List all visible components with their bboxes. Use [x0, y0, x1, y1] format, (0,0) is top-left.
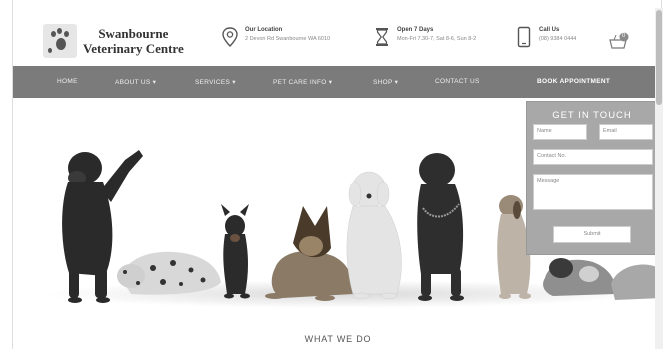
message-field[interactable]: Message [533, 174, 653, 210]
submit-button[interactable]: Submit [553, 226, 631, 243]
nav-item-contact-us[interactable]: CONTACT US [435, 78, 480, 85]
hours-info: Open 7 Days Mon-Fri 7.30-7, Sat 8-6, Sun… [373, 26, 476, 48]
nav-item-pet-care-info[interactable]: PET CARE INFO ▾ [273, 78, 332, 86]
brand-name: Swanbourne Veterinary Centre [83, 26, 184, 56]
nav-item-shop[interactable]: SHOP ▾ [373, 78, 398, 86]
page-frame: Swanbourne Veterinary Centre Our Locatio… [12, 0, 663, 349]
map-pin-icon [222, 27, 238, 47]
hours-value: Mon-Fri 7.30-7, Sat 8-6, Sun 8-2 [397, 36, 477, 42]
scrollbar-thumb[interactable] [656, 10, 662, 105]
call-info: Call Us (08) 9384 0444 [515, 26, 576, 48]
brand-name-line1: Swanbourne [98, 26, 169, 41]
logo[interactable]: Swanbourne Veterinary Centre [43, 24, 184, 58]
shopping-basket-icon [609, 32, 629, 49]
cart-count-badge: 0 [622, 33, 626, 39]
email-field[interactable]: Email [599, 124, 653, 140]
site-header: Swanbourne Veterinary Centre Our Locatio… [13, 0, 663, 66]
hours-title: Open 7 Days [397, 27, 434, 33]
call-title: Call Us [539, 27, 560, 33]
brand-name-line2: Veterinary Centre [83, 41, 184, 56]
call-value[interactable]: (08) 9384 0444 [539, 35, 576, 44]
contact-form-title: GET IN TOUCH [552, 110, 632, 121]
nav-item-services[interactable]: SERVICES ▾ [195, 78, 236, 86]
name-field[interactable]: Name [533, 124, 587, 140]
location-title: Our Location [245, 27, 283, 33]
contact-form-panel: GET IN TOUCH Name Email Contact No. Mess… [526, 101, 658, 255]
location-value: 2 Devon Rd Swanbourne WA 6010 [245, 36, 331, 42]
contact-number-field[interactable]: Contact No. [533, 149, 653, 165]
phone-icon [517, 26, 531, 48]
nav-item-home[interactable]: HOME [57, 78, 78, 85]
location-info: Our Location 2 Devon Rd Swanbourne WA 60… [221, 26, 330, 48]
section-title: WHAT WE DO [304, 334, 372, 344]
paw-logo-icon [43, 24, 77, 58]
nav-item-about-us[interactable]: ABOUT US ▾ [115, 78, 156, 86]
main-nav: HOME ABOUT US ▾ SERVICES ▾ PET CARE INFO… [13, 66, 663, 98]
book-appointment-button[interactable]: BOOK APPOINTMENT [537, 78, 610, 85]
hourglass-icon [376, 28, 388, 46]
cart-button[interactable]: 0 [609, 32, 629, 50]
